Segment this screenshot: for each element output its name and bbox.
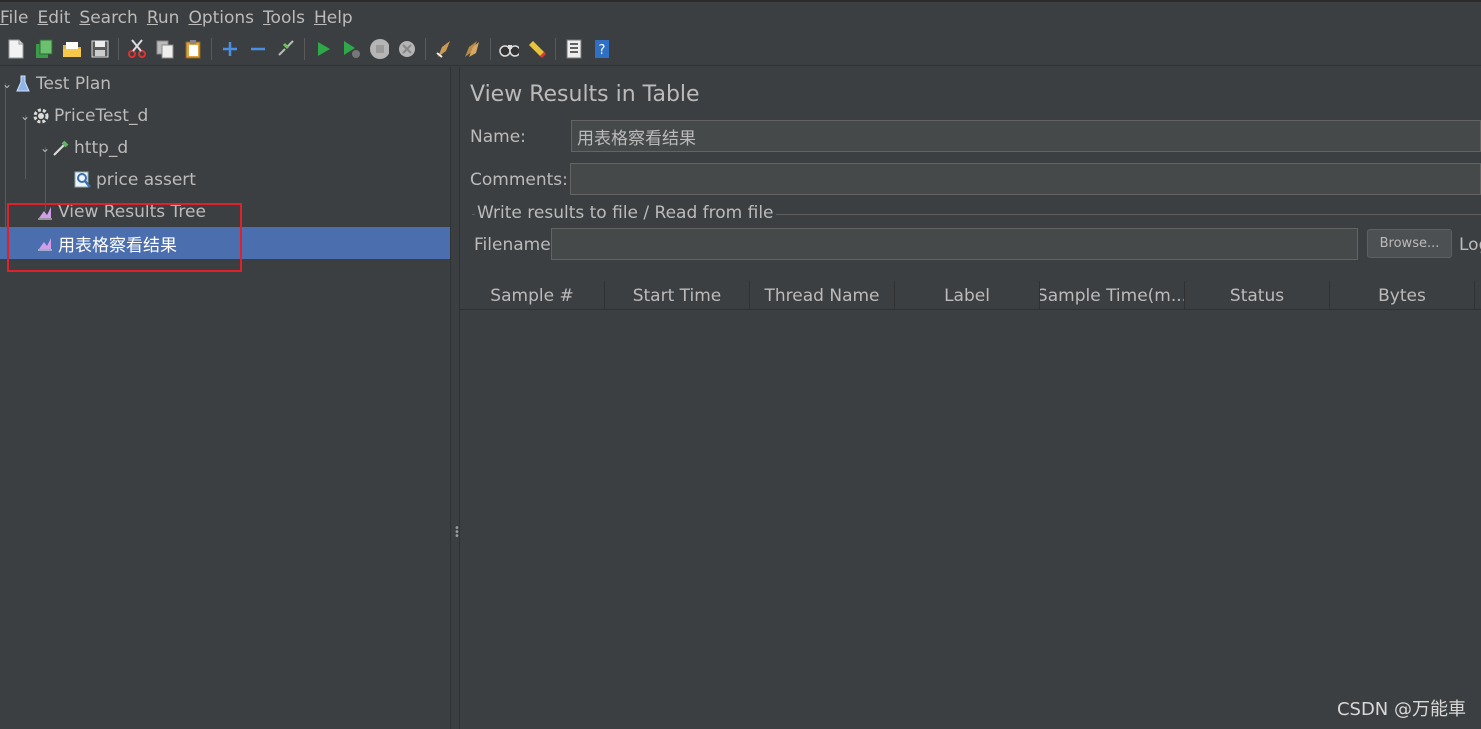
comments-field[interactable] <box>570 163 1481 195</box>
menu-edit[interactable]: Edit <box>37 8 70 28</box>
name-label: Name: <box>470 127 526 147</box>
start-no-pauses-icon[interactable] <box>341 39 361 59</box>
file-group-title: Write results to file / Read from file <box>475 203 776 223</box>
menu-run-mnemonic: R <box>146 7 158 28</box>
reset-search-icon[interactable] <box>527 39 547 59</box>
menu-help-mnemonic: H <box>313 7 327 28</box>
menu-search-label: earch <box>90 7 138 28</box>
column-header-label[interactable]: Label <box>895 281 1040 310</box>
menu-tools-mnemonic: T <box>263 7 271 28</box>
toolbar-separator <box>118 38 119 60</box>
help-icon[interactable]: ? <box>592 39 612 59</box>
new-icon[interactable] <box>6 39 26 59</box>
filename-label: Filename <box>474 235 551 255</box>
tree-node-label: price assert <box>96 170 196 190</box>
clear-all-icon[interactable] <box>462 39 482 59</box>
menu-file[interactable]: File <box>0 8 28 28</box>
log-label: Log <box>1459 235 1481 255</box>
toolbar-separator <box>211 38 212 60</box>
save-icon[interactable] <box>90 39 110 59</box>
templates-icon[interactable] <box>34 39 54 59</box>
expand-icon[interactable] <box>220 39 240 59</box>
filename-field[interactable] <box>551 228 1358 260</box>
shutdown-icon[interactable] <box>397 39 417 59</box>
menu-help-label: elp <box>326 7 353 28</box>
column-header-bytes[interactable]: Bytes <box>1330 281 1475 310</box>
pipette-icon <box>52 139 70 157</box>
svg-text:?: ? <box>599 43 606 58</box>
copy-icon[interactable] <box>155 39 175 59</box>
menu-run-label: un <box>157 7 180 28</box>
browse-button[interactable]: Browse... <box>1367 229 1452 258</box>
function-helper-icon[interactable] <box>564 39 584 59</box>
menu-tools-label: ools <box>270 7 305 28</box>
menu-help[interactable]: Help <box>314 8 353 28</box>
column-header-sample-time[interactable]: Sample Time(m... <box>1040 281 1185 310</box>
menu-options-mnemonic: O <box>188 7 202 28</box>
gear-icon <box>32 107 50 125</box>
menu-edit-mnemonic: E <box>37 7 49 28</box>
menu-bar: File Edit Search Run Options Tools Help <box>0 0 1481 33</box>
toolbar-separator <box>490 38 491 60</box>
tree-node-label: http_d <box>74 138 129 158</box>
name-field[interactable]: 用表格察看结果 <box>571 120 1481 152</box>
tree-node-assertion[interactable]: price assert <box>0 164 450 196</box>
menu-search[interactable]: Search <box>79 8 137 28</box>
menu-run[interactable]: Run <box>147 8 180 28</box>
menu-tools[interactable]: Tools <box>263 8 305 28</box>
menu-edit-label: dit <box>48 7 71 28</box>
listener-panel: View Results in Table Name: 用表格察看结果 Comm… <box>460 67 1481 729</box>
chevron-down-icon[interactable]: ⌄ <box>18 109 32 123</box>
cut-icon[interactable] <box>127 39 147 59</box>
results-table-body[interactable] <box>460 310 1481 729</box>
toolbar-separator <box>425 38 426 60</box>
tree-node-thread-group[interactable]: ⌄ PriceTest_d <box>0 100 450 132</box>
search-icon[interactable] <box>499 39 519 59</box>
magnifier-icon <box>74 171 92 189</box>
tree-node-label: Test Plan <box>36 74 112 94</box>
results-table-header: Sample # Start Time Thread Name Label Sa… <box>460 281 1481 310</box>
stop-icon[interactable] <box>369 39 389 59</box>
name-field-value: 用表格察看结果 <box>577 128 696 149</box>
tree-node-test-plan[interactable]: ⌄ Test Plan <box>0 68 450 100</box>
menu-search-mnemonic: S <box>79 7 91 28</box>
toolbar-separator <box>555 38 556 60</box>
panel-title: View Results in Table <box>470 82 700 107</box>
clear-icon[interactable] <box>434 39 454 59</box>
column-header-start-time[interactable]: Start Time <box>605 281 750 310</box>
open-icon[interactable] <box>62 39 82 59</box>
start-icon[interactable] <box>313 39 333 59</box>
chevron-down-icon[interactable]: ⌄ <box>38 141 52 155</box>
menu-options[interactable]: Options <box>188 8 254 28</box>
tree-node-label: PriceTest_d <box>54 106 149 126</box>
comments-label: Comments: <box>470 170 568 190</box>
tree-node-http-sampler[interactable]: ⌄ http_d <box>0 132 450 164</box>
test-plan-tree: ⌄ Test Plan ⌄ PriceTest_d ⌄ http_d price… <box>0 67 450 729</box>
annotation-highlight-box <box>7 203 242 272</box>
split-pane-divider[interactable]: • • • <box>450 67 460 729</box>
paste-icon[interactable] <box>183 39 203 59</box>
collapse-icon[interactable] <box>248 39 268 59</box>
watermark: CSDN @万能車 <box>1336 699 1466 720</box>
flask-icon <box>14 75 32 93</box>
column-header-sample-number[interactable]: Sample # <box>460 281 605 310</box>
menu-options-label: ptions <box>201 7 255 28</box>
column-header-thread-name[interactable]: Thread Name <box>750 281 895 310</box>
toolbar: ? <box>0 33 1481 66</box>
toolbar-separator <box>304 38 305 60</box>
chevron-down-icon[interactable]: ⌄ <box>0 77 14 91</box>
column-header-status[interactable]: Status <box>1185 281 1330 310</box>
menu-file-label: ile <box>8 7 29 28</box>
toggle-icon[interactable] <box>276 39 296 59</box>
menu-file-mnemonic: F <box>0 7 9 28</box>
